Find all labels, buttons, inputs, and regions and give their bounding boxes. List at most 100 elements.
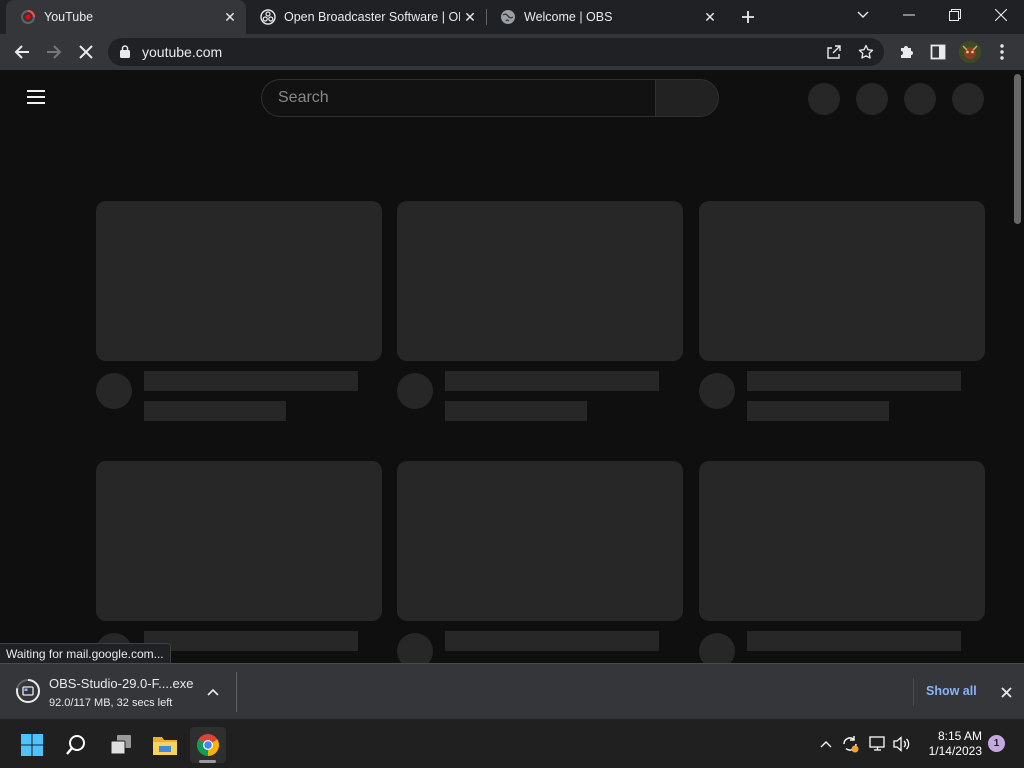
bookmark-button[interactable] [856, 42, 876, 62]
share-button[interactable] [824, 42, 844, 62]
download-status: 92.0/117 MB, 32 secs left [49, 697, 173, 709]
tab-strip: YouTube ✕ Open Broadcaster Software | OB… [0, 0, 1024, 34]
file-explorer-button[interactable] [147, 727, 183, 763]
video-thumbnail-placeholder [699, 201, 985, 361]
download-filename[interactable]: OBS-Studio-29.0-F....exe [49, 676, 194, 691]
shelf-separator [913, 678, 914, 706]
chevron-up-icon [207, 688, 219, 696]
obs-icon [260, 9, 276, 25]
status-bubble: Waiting for mail.google.com... [0, 643, 171, 664]
taskbar-clock[interactable]: 8:15 AM 1/14/2023 [918, 729, 982, 759]
sync-status-button[interactable] [840, 734, 860, 754]
network-icon [869, 736, 885, 751]
windows-taskbar: 8:15 AM 1/14/2023 1 [0, 719, 1024, 768]
header-placeholder-circle [808, 83, 840, 115]
video-thumbnail-placeholder [397, 461, 683, 621]
title-placeholder [144, 631, 358, 651]
minimize-button[interactable] [886, 0, 932, 30]
close-shelf-button[interactable] [996, 682, 1016, 702]
show-all-downloads-link[interactable]: Show all [926, 684, 977, 698]
clock-time: 8:15 AM [937, 729, 982, 743]
network-button[interactable] [868, 734, 888, 754]
channel-avatar-placeholder [96, 373, 132, 409]
minimize-icon [903, 14, 915, 16]
side-panel-button[interactable] [924, 38, 952, 66]
page-scrollbar[interactable] [1012, 70, 1024, 663]
download-options-button[interactable] [203, 682, 223, 702]
channel-avatar-placeholder [397, 633, 433, 663]
tab-search-button[interactable] [840, 0, 886, 30]
chevron-down-icon [857, 11, 869, 18]
windows-logo-icon [21, 734, 43, 756]
close-window-button[interactable] [978, 0, 1024, 30]
title-placeholder [747, 371, 961, 391]
video-thumbnail-placeholder [96, 201, 382, 361]
menu-line [27, 90, 45, 92]
tab-youtube[interactable]: YouTube ✕ [6, 0, 246, 34]
meta-placeholder [445, 401, 587, 421]
profile-avatar-icon [959, 41, 981, 63]
new-tab-button[interactable] [736, 5, 760, 29]
meta-placeholder [747, 401, 889, 421]
youtube-page [0, 70, 1024, 663]
address-bar[interactable]: youtube.com [108, 38, 884, 66]
forward-button[interactable] [40, 38, 68, 66]
restore-icon [949, 9, 961, 21]
menu-button[interactable] [988, 38, 1016, 66]
show-hidden-icons-button[interactable] [816, 734, 836, 754]
folder-icon [153, 737, 177, 755]
meta-placeholder [144, 401, 286, 421]
task-view-button[interactable] [103, 727, 139, 763]
channel-avatar-placeholder [397, 373, 433, 409]
title-placeholder [747, 631, 961, 651]
tab-obs[interactable]: Open Broadcaster Software | OBS ✕ [246, 0, 486, 34]
chrome-icon [197, 734, 219, 756]
search-input[interactable] [278, 89, 638, 107]
more-vertical-icon [1000, 44, 1004, 60]
close-icon[interactable]: ✕ [220, 7, 240, 27]
chrome-taskbar-button[interactable] [190, 727, 226, 763]
tab-welcome-obs[interactable]: Welcome | OBS ✕ [486, 0, 726, 34]
side-panel-icon [930, 44, 946, 60]
download-progress-icon [16, 679, 40, 703]
menu-line [27, 96, 45, 98]
video-thumbnail-placeholder [699, 461, 985, 621]
search-button[interactable] [655, 79, 719, 117]
download-item[interactable] [15, 678, 41, 704]
running-indicator [199, 760, 216, 763]
title-placeholder [445, 371, 659, 391]
lock-icon [120, 45, 130, 58]
header-placeholder-circle [952, 83, 984, 115]
notification-badge[interactable]: 1 [988, 735, 1005, 752]
volume-button[interactable] [892, 734, 912, 754]
url-text: youtube.com [142, 44, 223, 60]
star-icon [858, 44, 874, 59]
close-icon [995, 9, 1007, 21]
back-button[interactable] [8, 38, 36, 66]
search-icon [66, 735, 85, 755]
close-icon[interactable]: ✕ [460, 7, 480, 27]
arrow-right-icon [47, 45, 62, 59]
channel-avatar-placeholder [699, 373, 735, 409]
close-icon[interactable]: ✕ [700, 7, 720, 27]
scrollbar-thumb[interactable] [1014, 74, 1021, 224]
tab-title: Open Broadcaster Software | OBS [284, 10, 460, 24]
video-thumbnail-placeholder [96, 461, 382, 621]
youtube-loading-icon [21, 10, 35, 24]
profile-avatar[interactable] [959, 41, 981, 63]
search-box [261, 79, 655, 117]
extensions-button[interactable] [892, 38, 920, 66]
sync-icon [843, 736, 859, 753]
taskbar-search-button[interactable] [58, 727, 94, 763]
task-view-icon [110, 735, 131, 755]
header-placeholder-circle [856, 83, 888, 115]
channel-avatar-placeholder [699, 633, 735, 663]
stop-loading-button[interactable] [72, 38, 100, 66]
close-icon [79, 45, 93, 59]
restore-button[interactable] [932, 0, 978, 30]
tab-title: Welcome | OBS [524, 10, 613, 24]
guide-menu-button[interactable] [27, 90, 45, 104]
globe-icon [501, 10, 515, 24]
start-button[interactable] [14, 727, 50, 763]
header-placeholder-circle [904, 83, 936, 115]
